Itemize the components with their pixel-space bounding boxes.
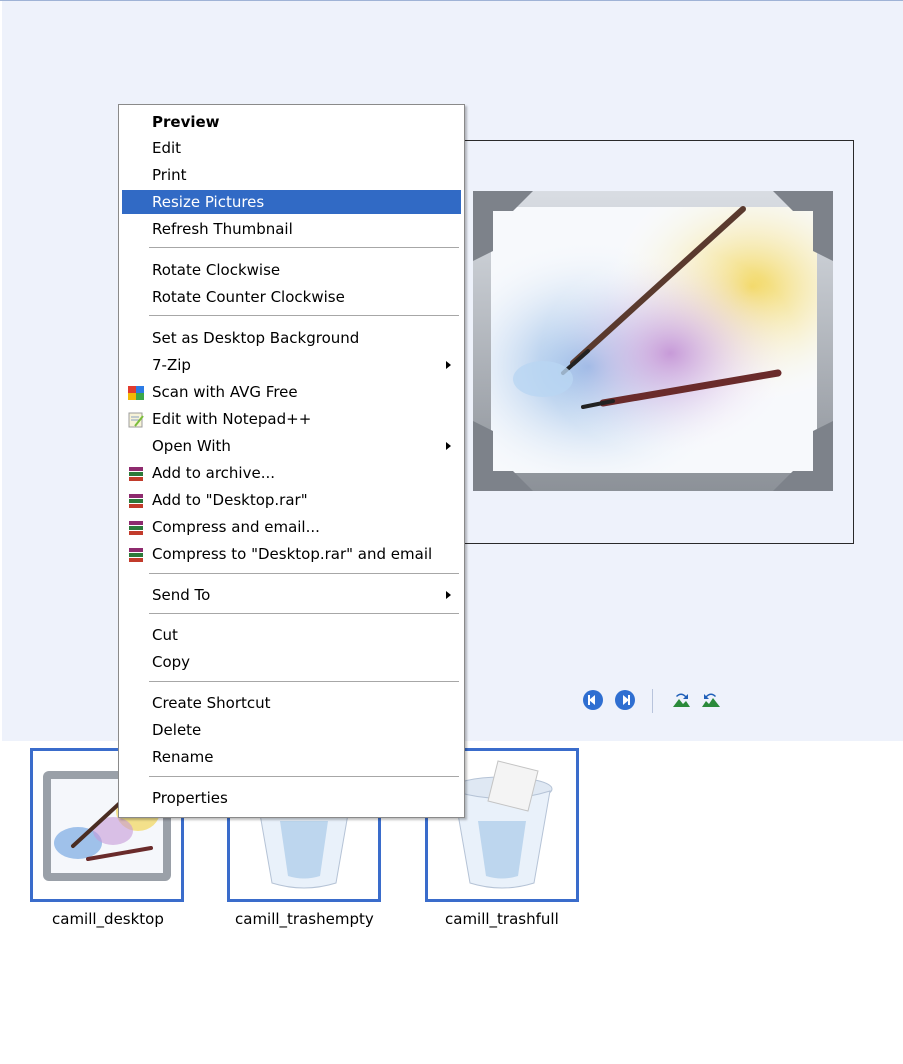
winrar-icon — [127, 519, 145, 535]
menu-item-label: Refresh Thumbnail — [152, 220, 293, 238]
menu-item-scan-avg[interactable]: Scan with AVG Free — [122, 380, 461, 404]
menu-item-label: Rotate Counter Clockwise — [152, 288, 345, 306]
menu-separator — [149, 247, 459, 248]
menu-item-print[interactable]: Print — [122, 163, 461, 187]
menu-item-7zip[interactable]: 7-Zip — [122, 353, 461, 377]
menu-item-label: Cut — [152, 626, 178, 644]
pane-edge — [0, 1, 2, 741]
preview-image-frame — [462, 140, 854, 544]
rotate-counterclockwise-icon[interactable] — [700, 689, 722, 711]
menu-separator — [149, 681, 459, 682]
menu-item-cut[interactable]: Cut — [122, 623, 461, 647]
submenu-arrow-icon — [446, 442, 451, 450]
submenu-arrow-icon — [446, 591, 451, 599]
menu-item-label: Edit — [152, 139, 182, 157]
menu-item-open-with[interactable]: Open With — [122, 434, 461, 458]
menu-item-resize-pictures[interactable]: Resize Pictures — [122, 190, 461, 214]
previous-image-icon[interactable] — [582, 689, 604, 711]
rotate-clockwise-icon[interactable] — [670, 689, 692, 711]
menu-item-delete[interactable]: Delete — [122, 718, 461, 742]
context-menu: Preview Edit Print Resize Pictures Refre… — [118, 104, 465, 818]
winrar-icon — [127, 546, 145, 562]
menu-separator — [149, 776, 459, 777]
menu-item-preview[interactable]: Preview — [122, 110, 461, 134]
menu-item-add-to-archive[interactable]: Add to archive... — [122, 461, 461, 485]
thumbnail-caption[interactable]: camill_trashempty — [235, 910, 374, 1064]
menu-item-copy[interactable]: Copy — [122, 650, 461, 674]
menu-item-send-to[interactable]: Send To — [122, 583, 461, 607]
menu-separator — [149, 573, 459, 574]
menu-item-label: Open With — [152, 437, 231, 455]
menu-item-add-to-desktop-rar[interactable]: Add to "Desktop.rar" — [122, 488, 461, 512]
menu-item-label: Edit with Notepad++ — [152, 410, 312, 428]
menu-item-label: Send To — [152, 586, 211, 604]
menu-item-compress-and-email[interactable]: Compress and email... — [122, 515, 461, 539]
menu-item-label: Create Shortcut — [152, 694, 271, 712]
notepad-plus-plus-icon — [127, 411, 145, 428]
menu-item-label: Delete — [152, 721, 202, 739]
menu-separator — [149, 315, 459, 316]
menu-item-label: Preview — [152, 113, 220, 131]
menu-item-label: Compress to "Desktop.rar" and email — [152, 545, 433, 563]
menu-item-label: Rename — [152, 748, 214, 766]
viewer-toolbar — [574, 689, 774, 713]
submenu-arrow-icon — [446, 361, 451, 369]
avg-icon — [127, 384, 145, 400]
menu-item-rotate-counter-clockwise[interactable]: Rotate Counter Clockwise — [122, 285, 461, 309]
menu-item-edit[interactable]: Edit — [122, 136, 461, 160]
thumbnail-caption[interactable]: camill_trashfull — [445, 910, 559, 1064]
menu-item-set-desktop-background[interactable]: Set as Desktop Background — [122, 326, 461, 350]
menu-item-label: Add to archive... — [152, 464, 275, 482]
menu-item-label: Set as Desktop Background — [152, 329, 360, 347]
menu-item-label: Rotate Clockwise — [152, 261, 281, 279]
menu-item-rename[interactable]: Rename — [122, 745, 461, 769]
menu-item-label: Print — [152, 166, 187, 184]
menu-separator — [149, 613, 459, 614]
menu-item-label: Resize Pictures — [152, 193, 265, 211]
thumbnail-caption[interactable]: camill_desktop — [52, 910, 164, 1064]
menu-item-create-shortcut[interactable]: Create Shortcut — [122, 691, 461, 715]
menu-item-rotate-clockwise[interactable]: Rotate Clockwise — [122, 258, 461, 282]
menu-item-compress-rar-and-email[interactable]: Compress to "Desktop.rar" and email — [122, 542, 461, 566]
menu-item-label: Scan with AVG Free — [152, 383, 298, 401]
winrar-icon — [127, 492, 145, 508]
paint-picture-icon — [473, 191, 833, 491]
next-image-icon[interactable] — [614, 689, 636, 711]
menu-item-refresh-thumbnail[interactable]: Refresh Thumbnail — [122, 217, 461, 241]
toolbar-separator — [652, 689, 653, 713]
menu-item-label: Copy — [152, 653, 191, 671]
menu-item-label: Properties — [152, 789, 228, 807]
menu-item-label: 7-Zip — [152, 356, 191, 374]
winrar-icon — [127, 465, 145, 481]
menu-item-label: Add to "Desktop.rar" — [152, 491, 308, 509]
menu-item-properties[interactable]: Properties — [122, 786, 461, 810]
menu-item-edit-notepadpp[interactable]: Edit with Notepad++ — [122, 407, 461, 431]
menu-item-label: Compress and email... — [152, 518, 320, 536]
